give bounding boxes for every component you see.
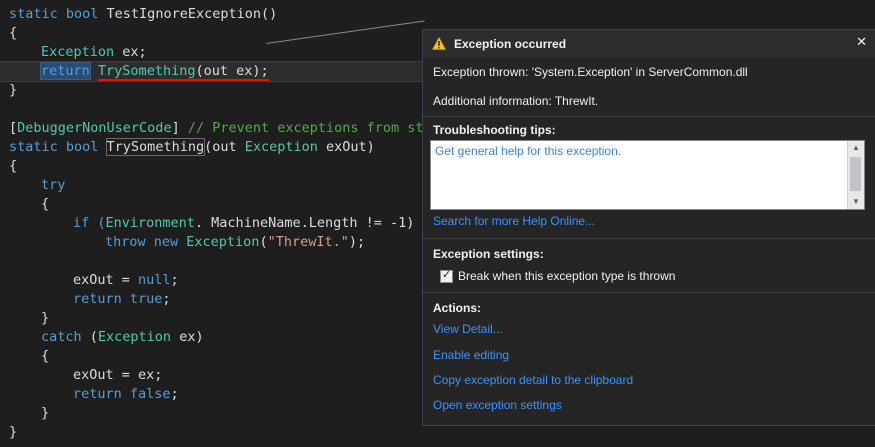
- exception-helper-popup: Exception occurred ✕ Exception thrown: '…: [422, 29, 875, 426]
- code-line: catch (Exception ex): [41, 328, 204, 347]
- code-line: static bool TrySomething(out Exception e…: [9, 138, 375, 157]
- code-token: ;: [170, 272, 179, 288]
- view-detail-link[interactable]: View Detail...: [433, 322, 503, 336]
- code-token: throw new: [105, 234, 187, 250]
- break-on-exception-label[interactable]: Break when this exception type is thrown: [458, 269, 675, 283]
- code-line: exOut = null;: [73, 271, 179, 290]
- scroll-down-icon[interactable]: ▼: [848, 195, 864, 209]
- code-line: }: [41, 310, 50, 326]
- actions-heading: Actions:: [433, 301, 481, 315]
- code-token: DebuggerNonUserCode: [17, 120, 172, 136]
- code-token: (: [259, 234, 268, 250]
- scroll-up-icon[interactable]: ▲: [848, 141, 864, 155]
- current-statement-highlight: return: [40, 62, 91, 80]
- code-line: static bool TestIgnoreException(): [9, 5, 277, 24]
- divider: [423, 238, 875, 239]
- code-token: Exception: [41, 44, 115, 60]
- open-exception-settings-link[interactable]: Open exception settings: [433, 398, 562, 412]
- code-line: exOut = ex;: [73, 367, 163, 383]
- exception-thrown-text: Exception thrown: 'System.Exception' in …: [433, 65, 748, 79]
- code-line: return false;: [73, 385, 179, 404]
- code-token: );: [348, 234, 366, 250]
- code-token: exOut =: [73, 272, 139, 288]
- code-token: ;: [162, 291, 171, 307]
- code-token: null: [138, 272, 171, 288]
- code-line: {: [9, 158, 18, 174]
- divider: [423, 292, 875, 293]
- exception-settings-heading: Exception settings:: [433, 247, 544, 261]
- method-name-reference[interactable]: TrySomething: [105, 138, 206, 156]
- code-token: ex): [171, 329, 204, 345]
- code-line: }: [9, 82, 18, 98]
- code-token: [: [9, 120, 18, 136]
- code-line: {: [9, 25, 18, 41]
- break-on-exception-checkbox[interactable]: ✓: [440, 269, 453, 283]
- code-token: (: [81, 329, 98, 345]
- code-token: exOut): [317, 139, 375, 155]
- code-token: return false: [73, 386, 171, 402]
- search-help-online-link[interactable]: Search for more Help Online...: [433, 214, 595, 228]
- code-string: "ThrewIt.": [267, 234, 349, 250]
- code-token: static bool: [9, 139, 107, 155]
- code-line: if (Environment. MachineName.Length != -…: [73, 214, 414, 233]
- code-token: catch: [41, 329, 82, 345]
- code-line: }: [9, 424, 18, 440]
- code-token: TrySomething: [97, 63, 196, 79]
- code-line: [DebuggerNonUserCode] // Prevent excepti…: [9, 119, 432, 138]
- popup-header: Exception occurred ✕: [423, 30, 875, 57]
- code-line: return true;: [73, 290, 171, 309]
- code-token: . MachineName.Length != -1): [194, 215, 415, 231]
- popup-title: Exception occurred: [454, 37, 567, 51]
- code-line: {: [41, 348, 50, 364]
- code-token: Environment: [105, 215, 195, 231]
- code-token: return true: [73, 291, 163, 307]
- close-icon[interactable]: ✕: [856, 35, 867, 49]
- code-token: Exception: [244, 139, 318, 155]
- general-help-link[interactable]: Get general help for this exception.: [435, 144, 621, 158]
- code-line: try: [41, 177, 66, 193]
- code-token: static bool: [9, 6, 107, 22]
- enable-editing-link[interactable]: Enable editing: [433, 348, 509, 362]
- divider: [423, 116, 875, 117]
- scroll-thumb[interactable]: [850, 157, 861, 191]
- warning-icon: [432, 37, 446, 50]
- code-token: Exception: [97, 329, 172, 345]
- code-token: (out ex);: [195, 63, 269, 79]
- code-token: ]: [171, 120, 188, 136]
- code-comment: // Prevent exceptions from sto: [187, 120, 432, 136]
- code-line: throw new Exception("ThrewIt.");: [105, 233, 365, 252]
- code-line: Exception ex;: [41, 43, 147, 62]
- current-statement-line[interactable]: return TrySomething(out ex);: [0, 61, 430, 82]
- code-line: }: [41, 405, 50, 421]
- code-token: if (: [73, 215, 106, 231]
- additional-information-text: Additional information: ThrewIt.: [433, 94, 599, 108]
- code-token: (out: [204, 139, 245, 155]
- tips-scrollbar[interactable]: ▲ ▼: [847, 141, 864, 209]
- code-line: {: [41, 196, 50, 212]
- code-token: Exception: [186, 234, 260, 250]
- code-token: ;: [170, 386, 179, 402]
- exception-pointer-line: [266, 20, 425, 44]
- check-icon: ✓: [442, 269, 452, 281]
- code-token: ex;: [114, 44, 147, 60]
- copy-exception-detail-link[interactable]: Copy exception detail to the clipboard: [433, 373, 633, 387]
- code-token: TestIgnoreException(): [106, 6, 278, 22]
- troubleshooting-tips-box[interactable]: Get general help for this exception. ▲ ▼: [430, 140, 865, 210]
- troubleshooting-heading: Troubleshooting tips:: [433, 123, 556, 137]
